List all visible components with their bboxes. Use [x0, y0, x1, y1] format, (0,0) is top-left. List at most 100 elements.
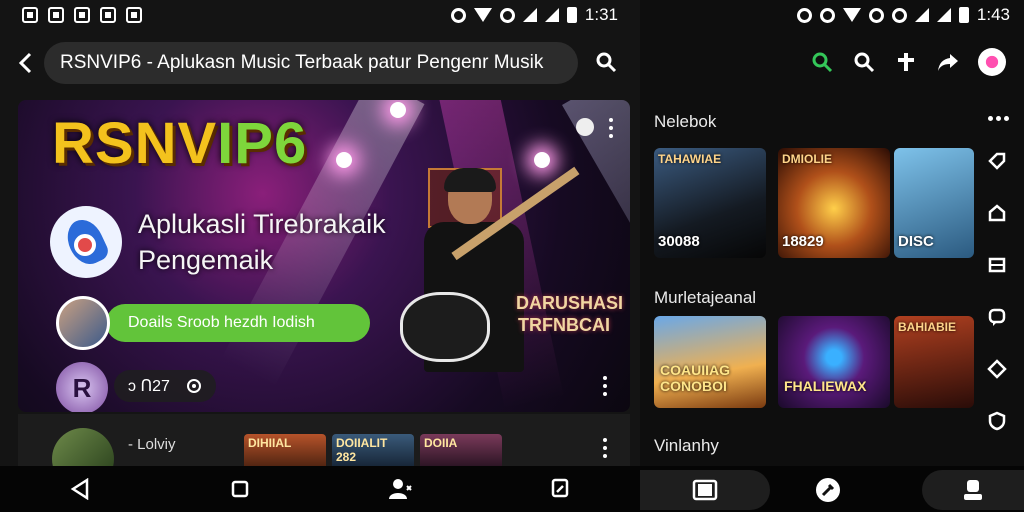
search-query-text: RSNVIP6 - Aplukasn Music Terbaak patur P…: [60, 52, 544, 73]
list-icon: [988, 257, 1006, 273]
nav-home-button[interactable]: [220, 469, 260, 509]
more-options-icon[interactable]: [608, 118, 614, 138]
hero-brand-title: RSNVIP6: [52, 111, 308, 176]
media-card[interactable]: COAUIIAG CONOBOI: [654, 316, 766, 408]
notification-icons: [22, 7, 142, 23]
stage-light-beam: [562, 100, 630, 383]
channel-avatar[interactable]: R: [56, 362, 108, 412]
feed-thumbnail[interactable]: DOIIALIT 282: [332, 434, 414, 466]
square-home-icon: [231, 480, 249, 498]
section-title: Murletajeanal: [654, 288, 757, 307]
search-icon: [596, 52, 617, 73]
search-button[interactable]: [810, 50, 834, 74]
cell-signal-icon: [544, 8, 559, 22]
media-card[interactable]: TAHAWIAE 30088: [654, 148, 766, 258]
media-card[interactable]: FHALIEWAX: [778, 316, 890, 408]
side-rail: [986, 150, 1008, 432]
share-icon: [186, 379, 201, 393]
system-nav-bar: [0, 466, 640, 512]
stage-light: [336, 152, 352, 168]
stage-light: [390, 102, 406, 118]
system-icons: 1:43: [796, 5, 1010, 25]
section-title: Nelebok: [654, 112, 717, 131]
clock: 1:31: [584, 5, 618, 24]
feed-avatar[interactable]: [52, 428, 114, 466]
alarm-icon: [450, 7, 466, 23]
left-app-pane: 1:31 RSNVIP6 - Aplukasn Music Terbaak pa…: [0, 0, 640, 512]
search-button[interactable]: [852, 50, 876, 74]
nav-recents-button[interactable]: [540, 469, 580, 509]
top-action-bar: [810, 48, 1006, 76]
feed-thumbnail[interactable]: DIHIIAL: [244, 434, 326, 466]
cell-signal-icon: [936, 8, 951, 22]
battery-icon: [566, 7, 577, 23]
hero-banner[interactable]: RSNVIP6 Aplukasli Tirebrakaik Pengemaik …: [18, 100, 630, 412]
notification-app-icon: [126, 7, 142, 23]
media-card[interactable]: BAHIABIE: [894, 316, 974, 408]
tag-button[interactable]: [986, 150, 1008, 172]
share-arrow-icon: [938, 54, 958, 71]
more-options-icon[interactable]: [988, 116, 1009, 121]
bottom-nav-bar: [640, 466, 1024, 512]
more-options-icon[interactable]: [602, 438, 608, 458]
shield-button[interactable]: [986, 410, 1008, 432]
system-icons: 1:31: [450, 5, 618, 25]
right-app-pane: 1:43 Nelebok TAHAWIAE 30088 DMIOLIE 1882…: [640, 0, 1024, 512]
wifi-icon: [842, 8, 861, 22]
home-icon: [988, 204, 1006, 222]
notification-app-icon: [22, 7, 38, 23]
add-button[interactable]: [894, 50, 918, 74]
more-options-icon[interactable]: [602, 376, 608, 396]
status-bar: 1:31: [0, 0, 640, 30]
share-button[interactable]: [936, 50, 960, 74]
media-card[interactable]: DMIOLIE 18829: [778, 148, 890, 258]
media-card[interactable]: DISC: [894, 148, 974, 258]
notification-app-icon: [48, 7, 64, 23]
hero-poster-text: DARUSHASI TRFNBCAI: [516, 293, 624, 335]
tag-icon: [988, 152, 1006, 170]
profile-avatar[interactable]: [978, 48, 1006, 76]
triangle-back-icon: [70, 478, 89, 500]
nav-back-button[interactable]: [60, 469, 100, 509]
battery-icon: [958, 7, 969, 23]
plus-icon: [898, 53, 914, 71]
search-button[interactable]: [594, 50, 620, 76]
do-not-disturb-icon: [891, 7, 907, 23]
vpn-icon: [819, 7, 835, 23]
data-saver-icon: [868, 7, 884, 23]
alarm-icon: [796, 7, 812, 23]
search-field[interactable]: RSNVIP6 - Aplukasn Music Terbaak patur P…: [44, 42, 578, 84]
nav-contacts-button[interactable]: [380, 469, 420, 509]
feed-row[interactable]: - Lolviy DIHIIAL DOIIALIT 282 DOIIA: [18, 414, 630, 466]
hero-cta-button[interactable]: Doails Sroob hezdh Iodish: [106, 304, 370, 342]
do-not-disturb-icon: [499, 7, 515, 23]
cell-signal-icon: [522, 8, 537, 22]
wrench-icon: [816, 478, 840, 502]
feed-row-title: - Lolviy: [128, 436, 176, 453]
compass-icon: [987, 359, 1007, 379]
compass-button[interactable]: [986, 358, 1008, 380]
library-button[interactable]: [986, 202, 1008, 224]
screen-icon: [692, 479, 718, 501]
back-button[interactable]: [12, 50, 38, 76]
search-icon: [812, 52, 833, 73]
shield-icon: [988, 411, 1006, 431]
notification-app-icon: [100, 7, 116, 23]
chat-button[interactable]: [986, 306, 1008, 328]
nav-library-button[interactable]: [640, 470, 770, 510]
camera-icon[interactable]: [576, 118, 594, 136]
nav-tools-button[interactable]: [808, 470, 848, 510]
status-bar: 1:43: [640, 0, 1024, 30]
stage-light: [534, 152, 550, 168]
list-button[interactable]: [986, 254, 1008, 276]
section-title: Vinlanhy: [654, 436, 719, 455]
creator-avatar[interactable]: [56, 296, 110, 350]
hero-stats-text: ↄ ᑎ27: [128, 378, 170, 395]
chevron-left-icon: [18, 52, 32, 74]
nav-profile-button[interactable]: [922, 470, 1024, 510]
wifi-icon: [473, 8, 492, 22]
cell-signal-icon: [914, 8, 929, 22]
feed-thumbnail[interactable]: DOIIA: [420, 434, 502, 466]
hero-stats-pill[interactable]: ↄ ᑎ27: [114, 370, 216, 402]
notification-app-icon: [74, 7, 90, 23]
